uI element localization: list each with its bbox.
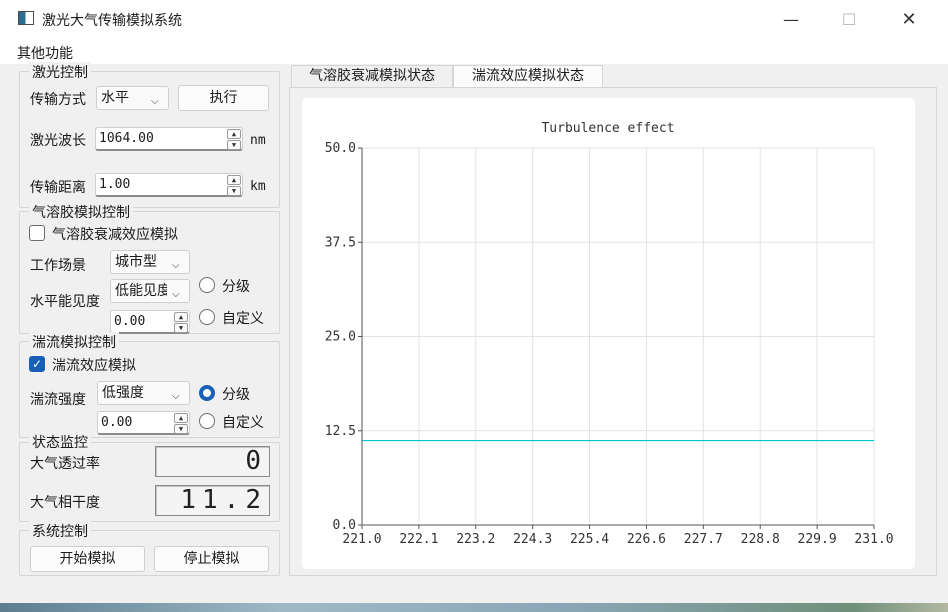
spin-up-icon[interactable]: ▲ <box>227 175 241 185</box>
x-tick-label: 228.8 <box>741 532 780 547</box>
chart-title: Turbulence effect <box>541 121 674 136</box>
status-monitor-title: 状态监控 <box>29 432 91 452</box>
coherence-label: 大气相干度 <box>30 495 100 511</box>
aerosol-enable-label[interactable]: 气溶胶衰减效应模拟 <box>52 224 178 244</box>
x-tick-label: 227.7 <box>684 532 723 547</box>
distance-label: 传输距离 <box>30 180 86 196</box>
spin-down-icon[interactable]: ▼ <box>174 323 188 333</box>
visibility-select[interactable]: 低能见度 ⌵ <box>110 279 190 303</box>
title-bar[interactable]: 激光大气传输模拟系统 — ☐ ✕ <box>0 0 948 38</box>
menu-bar: 其他功能 <box>0 38 948 64</box>
x-tick-label: 224.3 <box>513 532 552 547</box>
visibility-spinbox[interactable]: 0.00 ▲ ▼ <box>110 310 190 334</box>
transmittance-display: 0 <box>155 446 270 477</box>
system-control-title: 系统控制 <box>29 521 91 541</box>
strength-value: 低强度 <box>102 385 144 401</box>
scene-label: 工作场景 <box>30 258 86 274</box>
visibility-number: 0.00 <box>114 314 146 329</box>
minimize-button[interactable]: — <box>762 0 820 38</box>
app-window: 激光大气传输模拟系统 — ☐ ✕ 其他功能 激光控制 传输方式 水平 ⌵ 执行 … <box>0 0 948 604</box>
minimize-icon: — <box>783 9 799 29</box>
strength-spinbox[interactable]: 0.00 ▲ ▼ <box>97 411 190 435</box>
visibility-value: 低能见度 <box>115 283 167 299</box>
scene-select[interactable]: 城市型 ⌵ <box>110 250 190 274</box>
spin-down-icon[interactable]: ▼ <box>174 424 188 434</box>
menu-other-functions[interactable]: 其他功能 <box>17 43 73 63</box>
distance-spinbox[interactable]: 1.00 ▲ ▼ <box>95 173 243 197</box>
turbulence-graded-radio[interactable] <box>199 385 215 401</box>
distance-value: 1.00 <box>99 177 131 192</box>
wavelength-spinbox[interactable]: 1064.00 ▲ ▼ <box>95 127 243 151</box>
x-tick-label: 225.4 <box>570 532 609 547</box>
chart-card: Turbulence effect 221.0 222.1 223.2 224.3 22… <box>302 98 915 569</box>
y-tick-label: 37.5 <box>325 235 356 250</box>
chevron-down-icon: ⌵ <box>172 260 180 271</box>
window-title: 激光大气传输模拟系统 <box>42 13 182 29</box>
transmission-mode-label: 传输方式 <box>30 92 86 108</box>
execute-button[interactable]: 执行 <box>178 85 269 111</box>
aerosol-control-title: 气溶胶模拟控制 <box>29 202 133 222</box>
transmittance-label: 大气透过率 <box>30 456 100 472</box>
visibility-label: 水平能见度 <box>30 294 100 310</box>
spin-up-icon[interactable]: ▲ <box>227 129 241 139</box>
start-simulation-button[interactable]: 开始模拟 <box>30 546 145 572</box>
aerosol-custom-label[interactable]: 自定义 <box>222 308 264 328</box>
x-tick-label: 229.9 <box>798 532 837 547</box>
x-tick-label: 231.0 <box>854 532 893 547</box>
turbulence-graded-label[interactable]: 分级 <box>222 384 250 404</box>
close-icon: ✕ <box>901 8 917 30</box>
x-tick-label: 222.1 <box>399 532 438 547</box>
maximize-button[interactable]: ☐ <box>820 0 878 38</box>
x-tick-label: 226.6 <box>627 532 666 547</box>
strength-label: 湍流强度 <box>30 392 86 408</box>
aerosol-custom-radio[interactable] <box>199 309 215 325</box>
laser-control-title: 激光控制 <box>29 62 91 82</box>
turbulence-control-title: 湍流模拟控制 <box>29 332 119 352</box>
spin-down-icon[interactable]: ▼ <box>227 186 241 196</box>
strength-number: 0.00 <box>101 415 133 430</box>
y-tick-label: 50.0 <box>325 141 356 156</box>
aerosol-graded-radio[interactable] <box>199 277 215 293</box>
transmission-mode-select[interactable]: 水平 ⌵ <box>96 86 169 110</box>
strength-select[interactable]: 低强度 ⌵ <box>97 381 190 405</box>
wavelength-value: 1064.00 <box>99 131 154 146</box>
wavelength-unit: nm <box>250 133 266 148</box>
transmission-mode-value: 水平 <box>101 90 129 106</box>
desktop-background <box>0 603 948 612</box>
turbulence-custom-radio[interactable] <box>199 413 215 429</box>
chevron-down-icon: ⌵ <box>172 391 180 402</box>
spin-down-icon[interactable]: ▼ <box>227 140 241 150</box>
turbulence-chart: Turbulence effect 221.0 222.1 223.2 224.3 22… <box>325 121 894 547</box>
coherence-display: 11.2 <box>155 485 270 516</box>
close-button[interactable]: ✕ <box>880 0 938 38</box>
spin-up-icon[interactable]: ▲ <box>174 312 188 322</box>
x-tick-label: 223.2 <box>456 532 495 547</box>
y-tick-label: 0.0 <box>333 518 356 533</box>
aerosol-enable-checkbox[interactable] <box>29 225 45 241</box>
chevron-down-icon: ⌵ <box>151 96 159 107</box>
check-icon: ✓ <box>31 357 43 371</box>
distance-unit: km <box>250 179 266 194</box>
scene-value: 城市型 <box>115 254 157 270</box>
tab-turbulence-status[interactable]: 湍流效应模拟状态 <box>453 65 603 87</box>
chevron-down-icon: ⌵ <box>172 289 180 300</box>
maximize-icon: ☐ <box>841 9 857 29</box>
aerosol-graded-label[interactable]: 分级 <box>222 276 250 296</box>
wavelength-label: 激光波长 <box>30 133 86 149</box>
stop-simulation-button[interactable]: 停止模拟 <box>154 546 269 572</box>
y-tick-label: 25.0 <box>325 330 356 345</box>
turbulence-enable-label[interactable]: 湍流效应模拟 <box>52 355 136 375</box>
turbulence-enable-checkbox[interactable]: ✓ <box>29 356 45 372</box>
x-tick-label: 221.0 <box>342 532 381 547</box>
spin-up-icon[interactable]: ▲ <box>174 413 188 423</box>
tab-aerosol-status[interactable]: 气溶胶衰减模拟状态 <box>291 65 453 87</box>
app-icon <box>18 11 34 25</box>
turbulence-custom-label[interactable]: 自定义 <box>222 412 264 432</box>
y-tick-label: 12.5 <box>325 424 356 439</box>
